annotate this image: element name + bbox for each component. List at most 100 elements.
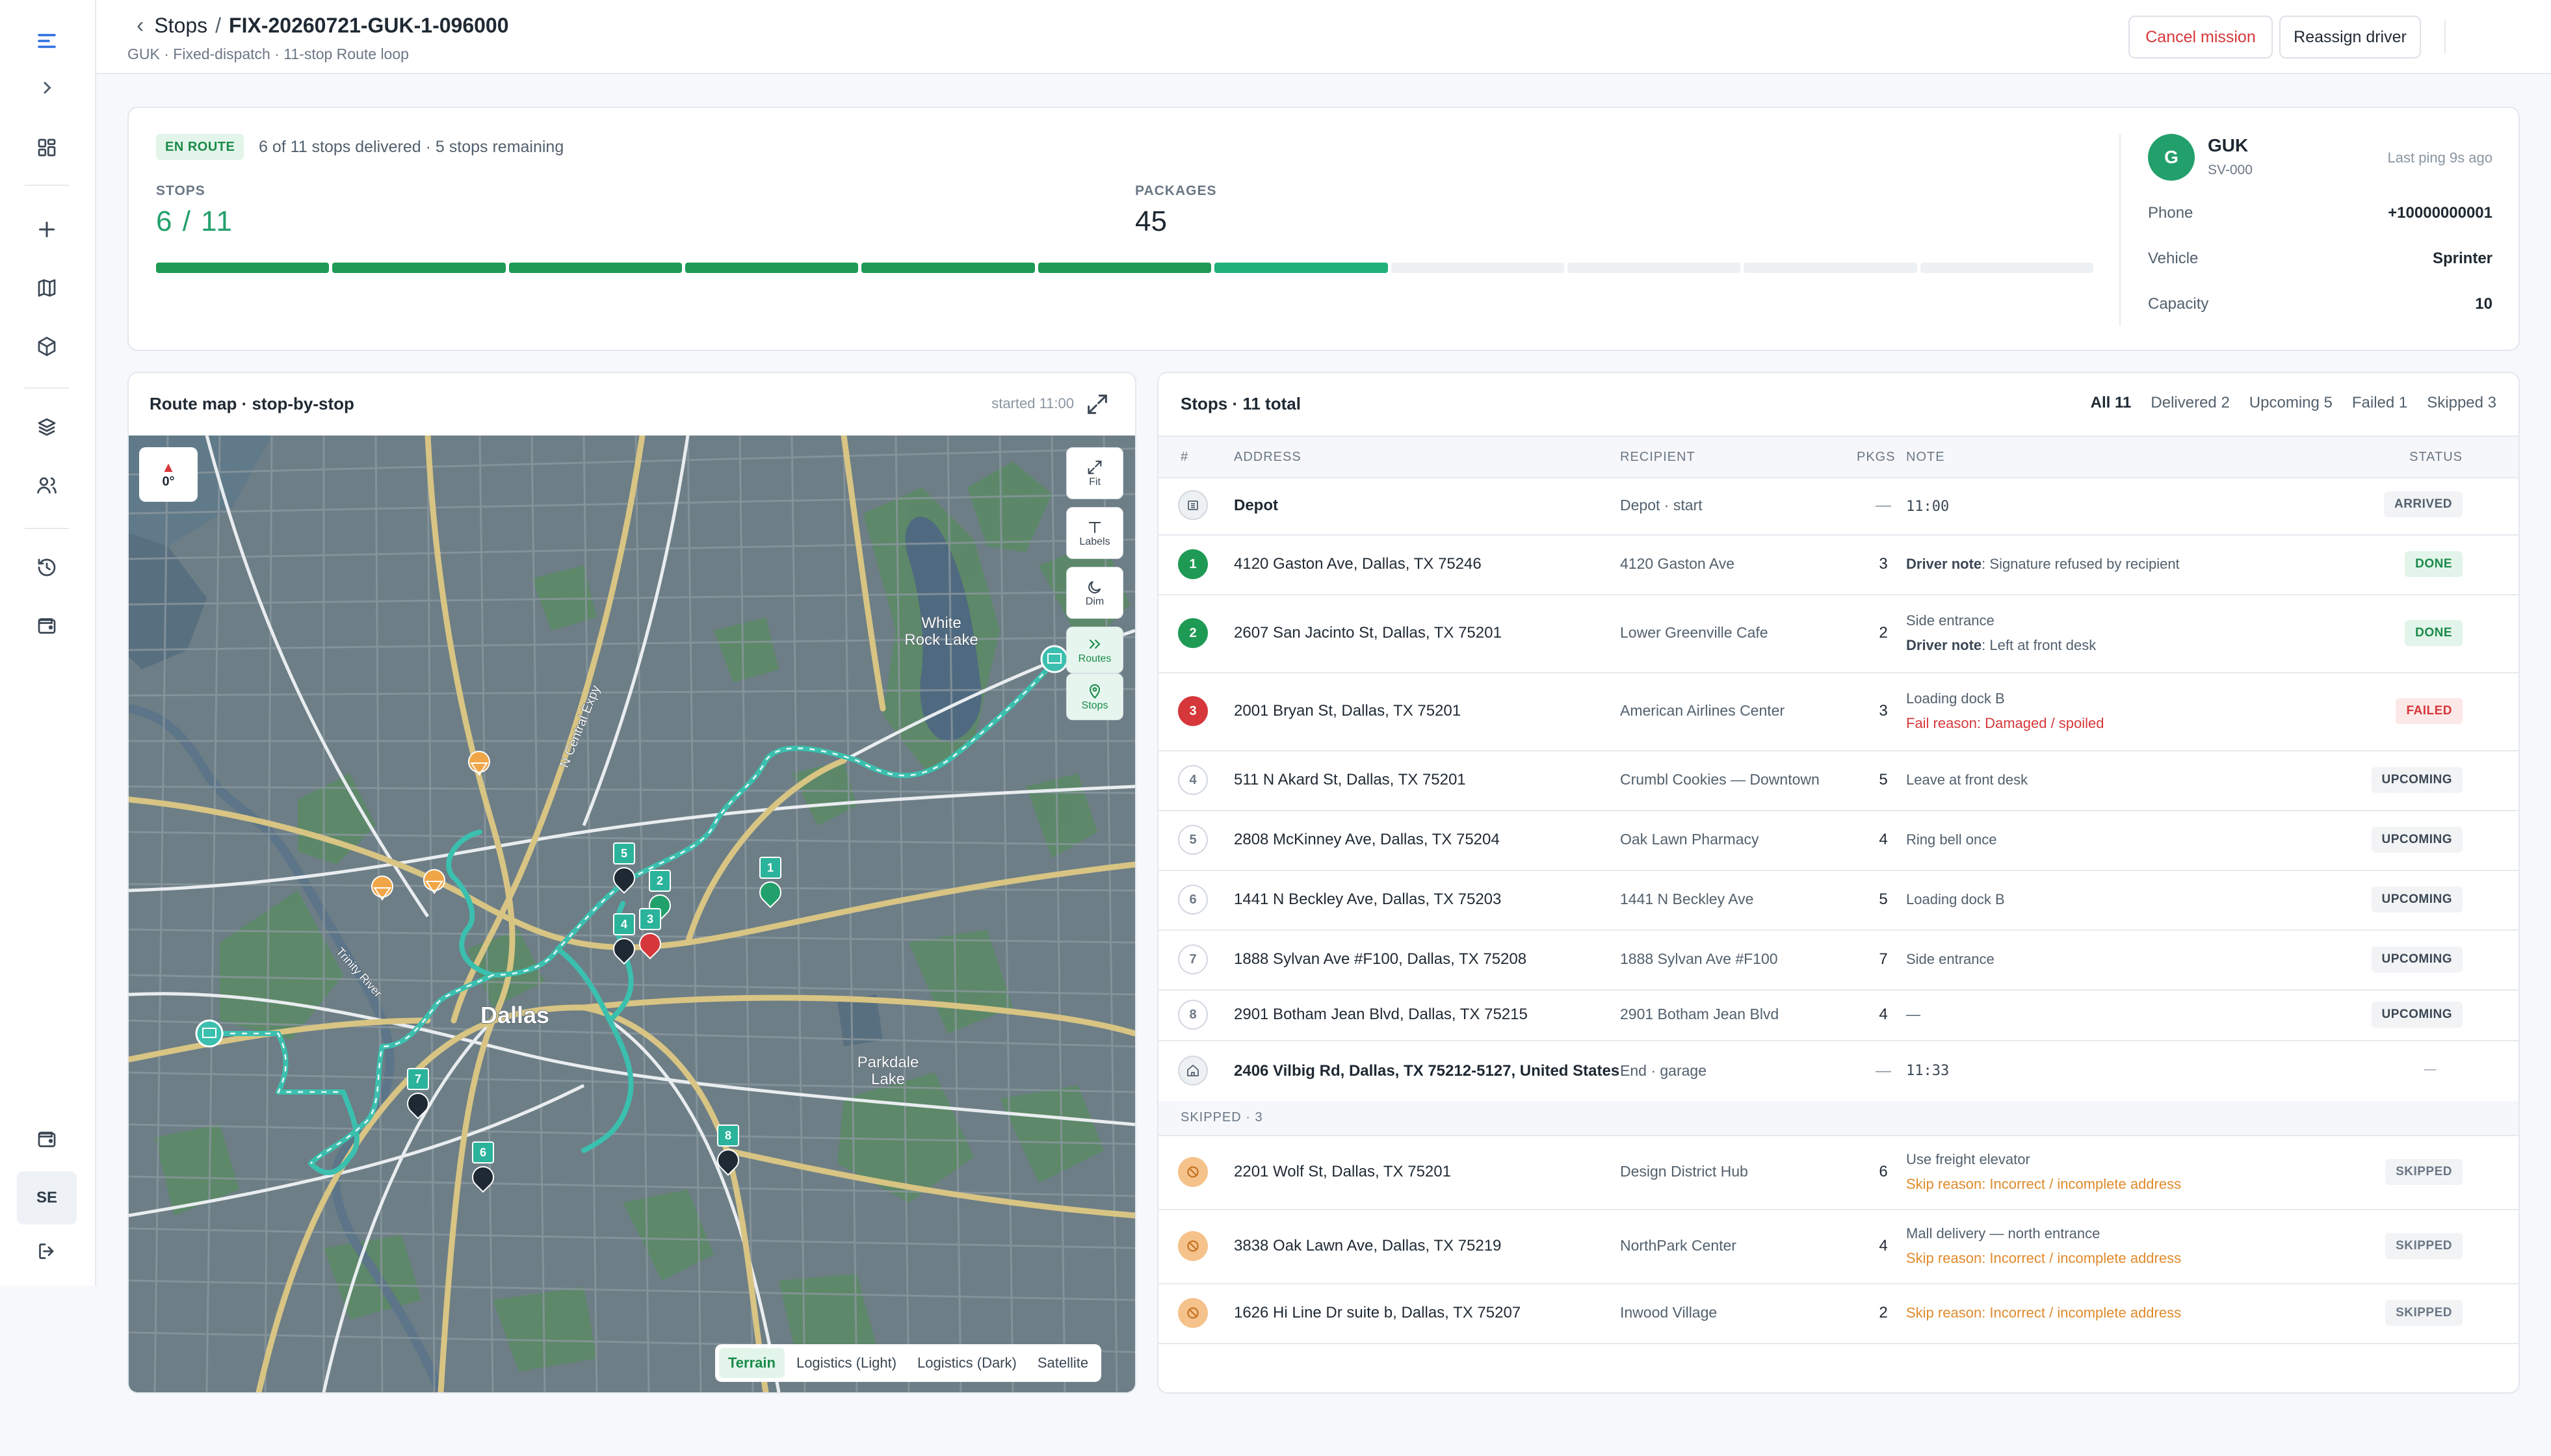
stop-note-cell: Leave at front desk [1906,768,2028,792]
col-number: # [1181,450,1189,464]
routes-toggle[interactable]: Routes [1066,627,1123,673]
skip-reason: Skip reason: Incorrect / incomplete addr… [1906,1172,2181,1197]
stop-note: Leave at front desk [1906,772,2028,788]
chevron-right-icon[interactable] [27,68,67,108]
map-icon[interactable] [27,268,67,308]
table-row-skipped[interactable]: 3838 Oak Lawn Ave, Dallas, TX 75219 North… [1158,1209,2518,1284]
progress-segment [332,263,506,273]
table-row-depot[interactable]: Depot Depot · start — 11:00 ARRIVED [1158,476,2518,536]
col-status: STATUS [2409,450,2463,464]
stop-pin-label: 8 [717,1124,739,1147]
stops-table-header: # ADDRESS RECIPIENT PKGS NOTE STATUS [1158,436,2518,478]
layer-logistics-light[interactable]: Logistics (Light) [787,1348,906,1378]
tab-all[interactable]: All 11 [2091,394,2132,412]
progress-segment [685,263,859,273]
user-avatar-button[interactable]: SE [17,1171,77,1225]
progress-segment [1214,263,1388,273]
package-icon[interactable] [27,326,67,367]
stops-toggle[interactable]: Stops [1066,673,1123,720]
layer-logistics-dark[interactable]: Logistics (Dark) [908,1348,1026,1378]
status-badge: EN ROUTE [156,134,244,160]
table-row-end[interactable]: 2406 Vilbig Rd, Dallas, TX 75212-5127, U… [1158,1040,2518,1102]
wallet-icon[interactable] [27,1119,67,1160]
skip-reason-value: : Incorrect / incomplete address [1982,1305,2182,1321]
stop-pin[interactable]: 5 [608,842,640,894]
stop-note-cell: Side entrance Driver note: Left at front … [1906,608,2096,658]
note-key: Driver note [1906,637,1982,653]
stop-note: — [1906,1006,1920,1022]
map-layer-switcher: Terrain Logistics (Light) Logistics (Dar… [715,1344,1102,1382]
dim-button[interactable]: Dim [1066,567,1123,619]
stop-address: 2901 Botham Jean Blvd, Dallas, TX 75215 [1234,1006,1528,1023]
back-chevron-icon[interactable]: ‹ [137,13,144,38]
driver-name: GUK [2208,135,2249,155]
tab-delivered[interactable]: Delivered 2 [2151,394,2229,412]
users-icon[interactable] [27,465,67,506]
stop-pin[interactable]: 3 [634,908,666,960]
stop-pin[interactable]: 6 [467,1141,499,1193]
stop-pin[interactable]: 7 [402,1068,434,1120]
table-row[interactable]: 3 2001 Bryan St, Dallas, TX 75201 American… [1158,672,2518,751]
end-pkgs: — [1876,1062,1891,1080]
table-row[interactable]: 7 1888 Sylvan Ave #F100, Dallas, TX 75208… [1158,930,2518,991]
tab-skipped[interactable]: Skipped 3 [2427,394,2496,412]
wallet-icon[interactable] [27,606,67,646]
driver-code: SV-000 [2208,162,2253,177]
route-map[interactable]: Dallas White Rock Lake Parkdale Lake N C… [129,436,1135,1392]
header-divider [2444,20,2446,53]
depot-time: 11:00 [1906,499,1950,515]
layers-icon[interactable] [27,407,67,447]
labels-button[interactable]: Labels [1066,507,1123,559]
reassign-driver-button[interactable]: Reassign driver [2279,16,2421,58]
started-time: started 11:00 [991,395,1074,411]
stop-pin[interactable]: 8 [712,1124,744,1176]
fit-label: Fit [1089,476,1101,488]
tab-failed[interactable]: Failed 1 [2352,394,2407,412]
compass-button[interactable]: ▲ 0° [139,447,198,502]
table-row[interactable]: 8 2901 Botham Jean Blvd, Dallas, TX 75215… [1158,989,2518,1041]
stop-pkgs: 2 [1879,1304,1888,1321]
status-badge: UPCOMING [2371,827,2463,853]
stop-pkgs: 4 [1879,1237,1888,1254]
dashboard-icon[interactable] [27,127,67,168]
table-row[interactable]: 5 2808 McKinney Ave, Dallas, TX 75204 Oak … [1158,810,2518,871]
driver-capacity-row: Capacity 10 [2148,295,2492,313]
cancel-mission-button[interactable]: Cancel mission [2128,16,2273,58]
col-note: NOTE [1906,450,1945,464]
skip-reason: Skip reason: Incorrect / incomplete addr… [1906,1301,2181,1325]
tab-upcoming[interactable]: Upcoming 5 [2249,394,2333,412]
history-icon[interactable] [27,547,67,588]
stop-pkgs: 5 [1879,890,1888,908]
stop-note-cell: — [1906,1002,1920,1027]
parkdale-label-2: Lake [871,1071,905,1088]
layer-satellite[interactable]: Satellite [1028,1348,1097,1378]
table-row-skipped[interactable]: 1626 Hi Line Dr suite b, Dallas, TX 7520… [1158,1283,2518,1344]
status-badge: SKIPPED [2385,1233,2463,1259]
end-time: 11:33 [1906,1063,1950,1079]
note-key: Driver note [1906,556,1982,572]
stop-note: Side entrance [1906,951,1995,967]
stop-pin[interactable]: 1 [754,857,787,909]
stops-label: STOPS [156,183,205,198]
stop-recipient: 1441 N Beckley Ave [1620,890,1754,907]
stop-note-cell: Driver note: Signature refused by recipi… [1906,552,2180,577]
table-row[interactable]: 1 4120 Gaston Ave, Dallas, TX 75246 4120 G… [1158,534,2518,595]
expand-icon[interactable] [1084,391,1110,417]
table-row[interactable]: 2 2607 San Jacinto St, Dallas, TX 75201 Lo… [1158,594,2518,673]
logout-icon[interactable] [27,1231,67,1271]
white-rock-label-2: Rock Lake [904,631,978,649]
layer-terrain[interactable]: Terrain [719,1348,785,1378]
table-row[interactable]: 4 511 N Akard St, Dallas, TX 75201 Crumbl … [1158,750,2518,811]
skip-reason-key: Skip reason [1906,1176,1982,1192]
breadcrumb-stops-link[interactable]: Stops [154,14,207,38]
progress-segment [508,263,683,273]
menu-icon[interactable] [27,21,67,61]
stop-number: 6 [1178,885,1208,915]
stop-note-cell: Use freight elevator Skip reason: Incorre… [1906,1147,2181,1197]
table-row-skipped[interactable]: 2201 Wolf St, Dallas, TX 75201 Design Dis… [1158,1135,2518,1210]
table-row[interactable]: 6 1441 N Beckley Ave, Dallas, TX 75203 144… [1158,870,2518,931]
stop-pin[interactable]: 4 [608,913,640,965]
plus-icon[interactable] [27,209,67,250]
summary-divider [2119,134,2121,326]
fit-button[interactable]: Fit [1066,447,1123,499]
